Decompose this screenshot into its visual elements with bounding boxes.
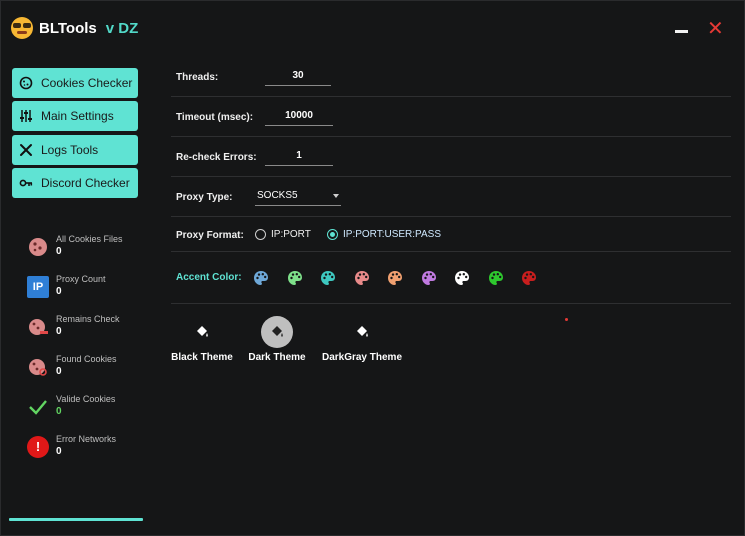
nav-label: Cookies Checker [41, 76, 133, 90]
stat-value: 0 [56, 406, 62, 417]
theme-dark[interactable]: Dark Theme [246, 316, 308, 363]
theme-name: Black Theme [171, 352, 233, 363]
recheck-label: Re-check Errors: [176, 152, 257, 163]
proxy-type-label: Proxy Type: [176, 192, 233, 203]
palette-icon[interactable] [354, 270, 370, 286]
paint-bucket-icon [261, 316, 293, 348]
theme-darkgray[interactable]: DarkGray Theme [321, 316, 403, 363]
radio-ip-port-user-pass[interactable]: IP:PORT:USER:PASS [327, 229, 441, 240]
accent-row: Accent Color: [171, 252, 731, 304]
stat-value: 0 [56, 286, 62, 297]
paint-bucket-icon [186, 316, 218, 348]
theme-name: DarkGray Theme [321, 352, 403, 363]
sliders-icon [20, 110, 32, 122]
threads-row: Threads: 30 [171, 58, 731, 97]
palette-icon[interactable] [287, 270, 303, 286]
nav-cookies-checker[interactable]: Cookies Checker [12, 68, 138, 98]
key-icon [19, 179, 33, 187]
radio-dot [255, 229, 266, 240]
timeout-input[interactable]: 10000 [265, 108, 333, 126]
nav-label: Main Settings [41, 109, 114, 123]
proxy-type-row: Proxy Type: SOCKS5 [171, 177, 731, 217]
timeout-label: Timeout (msec): [176, 112, 254, 123]
stat-label: Proxy Count [56, 274, 106, 284]
recheck-input[interactable]: 1 [265, 148, 333, 166]
cookie-minus-icon [29, 319, 48, 335]
palette-icon[interactable] [320, 270, 336, 286]
proxy-type-select[interactable]: SOCKS5 [255, 188, 341, 206]
ip-icon: IP [27, 276, 49, 298]
app-name: BLTools [39, 19, 97, 37]
stat-proxy-count: IP Proxy Count 0 [27, 274, 147, 304]
palette-icon[interactable] [454, 270, 470, 286]
stat-valide-cookies: Valide Cookies 0 [27, 394, 147, 424]
threads-label: Threads: [176, 72, 219, 83]
stat-label: Error Networks [56, 434, 117, 444]
app-version: v DZ [105, 19, 139, 37]
stat-found-cookies: Found Cookies 0 [27, 354, 147, 384]
proxy-format-row: Proxy Format: IP:PORT IP:PORT:USER:PASS [171, 217, 731, 252]
stat-value: 0 [56, 326, 62, 337]
nav-main-settings[interactable]: Main Settings [12, 101, 138, 131]
tools-icon [20, 144, 32, 156]
app-window: BLTools v DZ ✕ Cookies Checker Main Sett… [0, 0, 745, 536]
error-icon: ! [27, 436, 49, 458]
recheck-row: Re-check Errors: 1 [171, 137, 731, 177]
stat-label: Found Cookies [56, 354, 117, 364]
stat-value: 0 [56, 246, 62, 257]
stat-value: 0 [56, 366, 62, 377]
stat-label: Remains Check [56, 314, 120, 324]
radio-label: IP:PORT:USER:PASS [343, 229, 441, 240]
proxy-format-label: Proxy Format: [176, 230, 244, 241]
minimize-icon[interactable] [675, 21, 689, 35]
palette-icon[interactable] [387, 270, 403, 286]
stat-error-networks: ! Error Networks 0 [27, 434, 147, 464]
chevron-down-icon [333, 194, 339, 198]
stat-label: Valide Cookies [56, 394, 116, 404]
proxy-type-value: SOCKS5 [257, 190, 298, 201]
stat-label: All Cookies Files [56, 234, 123, 244]
cookie-icon [19, 76, 33, 90]
checkmark-icon [29, 400, 47, 415]
timeout-row: Timeout (msec): 10000 [171, 97, 731, 137]
cookie-search-icon [29, 359, 47, 376]
nav-label: Logs Tools [41, 143, 99, 157]
status-dot [565, 318, 568, 321]
radio-dot [327, 229, 338, 240]
stat-value: 0 [56, 446, 62, 457]
palette-icon[interactable] [253, 270, 269, 286]
logo-icon [11, 17, 33, 39]
stat-all-cookies: All Cookies Files 0 [27, 234, 147, 264]
radio-ip-port[interactable]: IP:PORT [255, 229, 311, 240]
nav-discord-checker[interactable]: Discord Checker [12, 168, 138, 198]
nav-label: Discord Checker [41, 176, 130, 190]
nav-logs-tools[interactable]: Logs Tools [12, 135, 138, 165]
paint-bucket-icon [346, 316, 378, 348]
palette-icon[interactable] [421, 270, 437, 286]
palette-icon[interactable] [488, 270, 504, 286]
stat-remains-check: Remains Check 0 [27, 314, 147, 344]
palette-icon[interactable] [521, 270, 537, 286]
app-title: BLTools v DZ [11, 17, 138, 39]
cookie-icon [29, 238, 47, 256]
threads-input[interactable]: 30 [265, 68, 331, 86]
accent-label: Accent Color: [176, 272, 242, 283]
theme-name: Dark Theme [248, 352, 306, 363]
radio-label: IP:PORT [271, 229, 311, 240]
close-icon[interactable]: ✕ [707, 19, 724, 39]
theme-black[interactable]: Black Theme [171, 316, 233, 363]
progress-bar [9, 518, 143, 521]
